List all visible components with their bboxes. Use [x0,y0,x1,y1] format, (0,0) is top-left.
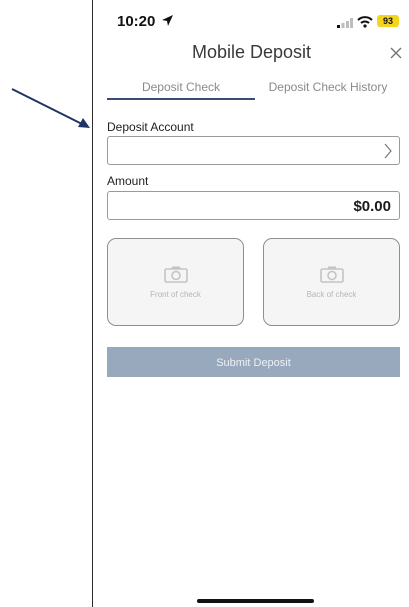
camera-icon [320,266,344,283]
home-indicator [197,599,314,603]
amount-label: Amount [107,174,149,188]
phone-screen: 10:20 93 Mobile Deposit Deposit Check De… [92,0,409,607]
camera-icon [164,266,188,283]
battery-icon: 93 [377,15,399,27]
amount-value: $0.00 [353,198,391,215]
active-tab-indicator [107,98,255,100]
location-arrow-icon [162,15,173,26]
front-of-check-capture[interactable]: Front of check [107,238,244,326]
front-of-check-label: Front of check [150,290,201,299]
wifi-icon [357,16,373,28]
close-icon[interactable] [389,46,403,60]
submit-deposit-button[interactable]: Submit Deposit [107,347,400,377]
status-bar: 10:20 93 [93,0,409,40]
deposit-account-label: Deposit Account [107,120,194,134]
signal-icon [337,18,353,28]
tab-deposit-check[interactable]: Deposit Check [107,80,255,94]
chevron-right-icon [384,143,392,159]
back-of-check-capture[interactable]: Back of check [263,238,400,326]
deposit-account-selector[interactable] [107,136,400,165]
back-of-check-label: Back of check [306,290,357,299]
amount-input[interactable]: $0.00 [107,191,400,220]
page-title: Mobile Deposit [191,42,312,62]
tab-deposit-check-history[interactable]: Deposit Check History [257,80,399,94]
status-time: 10:20 [117,13,156,30]
